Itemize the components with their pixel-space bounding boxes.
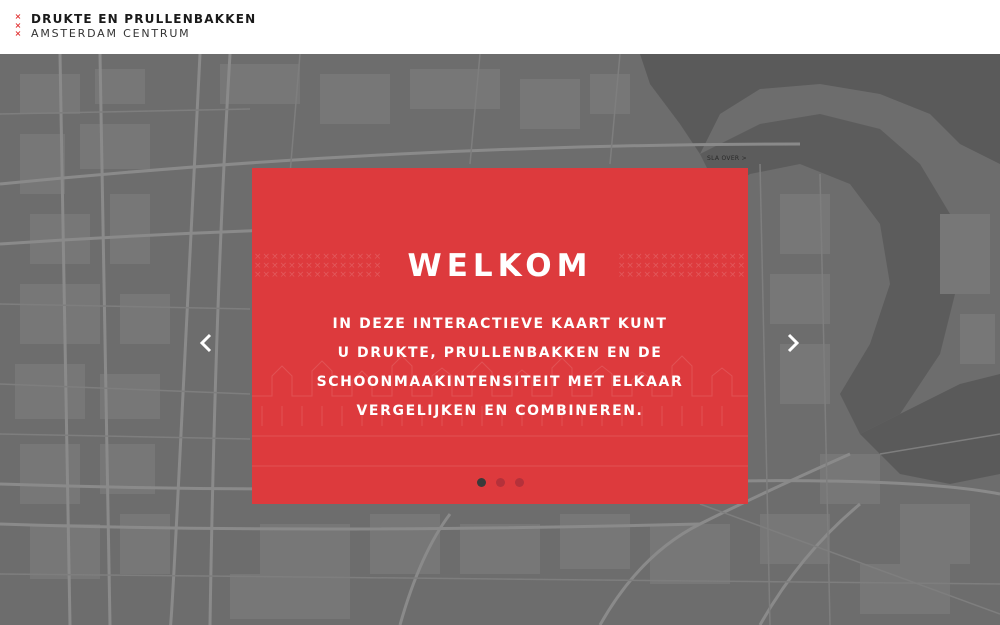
chevron-right-icon[interactable] — [784, 332, 802, 354]
modal-text-line: U DRUKTE, PRULLENBAKKEN EN DE — [337, 345, 663, 361]
logo-cross: × — [14, 29, 22, 39]
chevron-left-icon[interactable] — [197, 332, 215, 354]
slide-dot-2[interactable] — [495, 478, 505, 487]
amsterdam-crosses-icon: × × × — [14, 12, 22, 39]
modal-text: IN DEZE INTERACTIEVE KAART KUNT U DRUKTE… — [302, 310, 698, 426]
slide-indicator — [252, 478, 748, 487]
header: × × × DRUKTE EN PRULLENBAKKEN AMSTERDAM … — [0, 0, 1000, 54]
modal-title: WELKOM — [407, 248, 593, 284]
slide-dot-1[interactable] — [476, 478, 486, 487]
skip-link[interactable]: SLA OVER > — [707, 155, 747, 162]
modal-text-line: VERGELIJKEN EN COMBINEREN. — [356, 403, 644, 419]
slide-dot-3[interactable] — [514, 478, 524, 487]
welcome-modal: ××××××××××××××× ××××××××××××××× ××××××××××… — [252, 168, 748, 504]
app-subtitle: AMSTERDAM CENTRUM — [31, 27, 191, 40]
modal-text-line: SCHOONMAAKINTENSITEIT MET ELKAAR — [316, 374, 684, 390]
app-title: DRUKTE EN PRULLENBAKKEN — [31, 12, 257, 26]
modal-text-line: IN DEZE INTERACTIEVE KAART KUNT — [332, 316, 668, 332]
